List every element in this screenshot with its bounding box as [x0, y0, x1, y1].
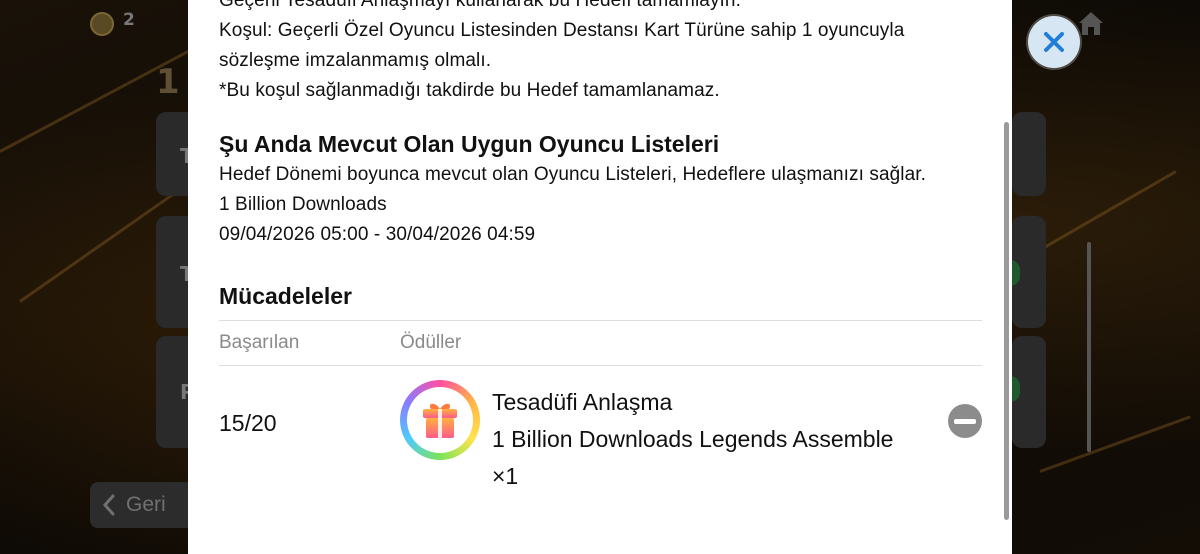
close-button[interactable]: [1028, 16, 1080, 68]
player-lists-description: Hedef Dönemi boyunca mevcut olan Oyuncu …: [219, 164, 927, 185]
bg-scrollbar: [1087, 242, 1091, 452]
coin-icon: [90, 12, 114, 36]
intro-line: *Bu koşul sağlanmadığı takdirde bu Hedef…: [219, 80, 720, 101]
challenges-title: Mücadeleler: [219, 283, 352, 309]
coin-count: 2: [123, 10, 135, 30]
intro-line: Koşul: Geçerli Özel Oyuncu Listesinden D…: [219, 20, 905, 41]
intro-line: sözleşme imzalanmamış olmalı.: [219, 50, 492, 71]
bg-card-right: [1012, 112, 1046, 196]
back-button[interactable]: Geri: [90, 482, 194, 528]
player-list-period: 09/04/2026 05:00 - 30/04/2026 04:59: [219, 224, 536, 245]
column-header-achieved: Başarılan: [219, 332, 300, 353]
reward-subtitle: 1 Billion Downloads Legends Assemble: [492, 426, 894, 452]
bg-heading-fragment: 1: [156, 62, 180, 102]
close-icon: [1044, 32, 1064, 52]
locked-minus-icon: [948, 404, 982, 438]
reward-title: Tesadüfi Anlaşma: [492, 389, 673, 415]
challenges-table-header: Başarılan Ödüller: [219, 320, 982, 366]
achieved-progress: 15/20: [219, 410, 277, 436]
gift-icon: [423, 403, 457, 438]
chevron-left-icon: [102, 494, 115, 516]
bg-streak: [1039, 415, 1191, 473]
modal-scrollbar[interactable]: [1004, 122, 1009, 520]
player-lists-title: Şu Anda Mevcut Olan Uygun Oyuncu Listele…: [219, 131, 720, 157]
objective-details-modal: Geçerli Tesadüfi Anlaşmayı kullanarak bu…: [188, 0, 1012, 554]
column-header-rewards: Ödüller: [400, 332, 462, 353]
reward-text: Tesadüfi Anlaşma 1 Billion Downloads Leg…: [492, 384, 893, 495]
home-icon: [1079, 12, 1103, 35]
reward-item[interactable]: [400, 380, 480, 460]
challenge-row: 15/20 Tesadüfi Anlaşma 1 Billion Downloa…: [219, 366, 982, 496]
reward-quantity: ×1: [492, 463, 519, 489]
intro-line: Geçerli Tesadüfi Anlaşmayı kullanarak bu…: [219, 0, 741, 11]
modal-content: Geçerli Tesadüfi Anlaşmayı kullanarak bu…: [219, 0, 982, 496]
player-list-name: 1 Billion Downloads: [219, 194, 387, 215]
back-button-label: Geri: [126, 493, 166, 516]
